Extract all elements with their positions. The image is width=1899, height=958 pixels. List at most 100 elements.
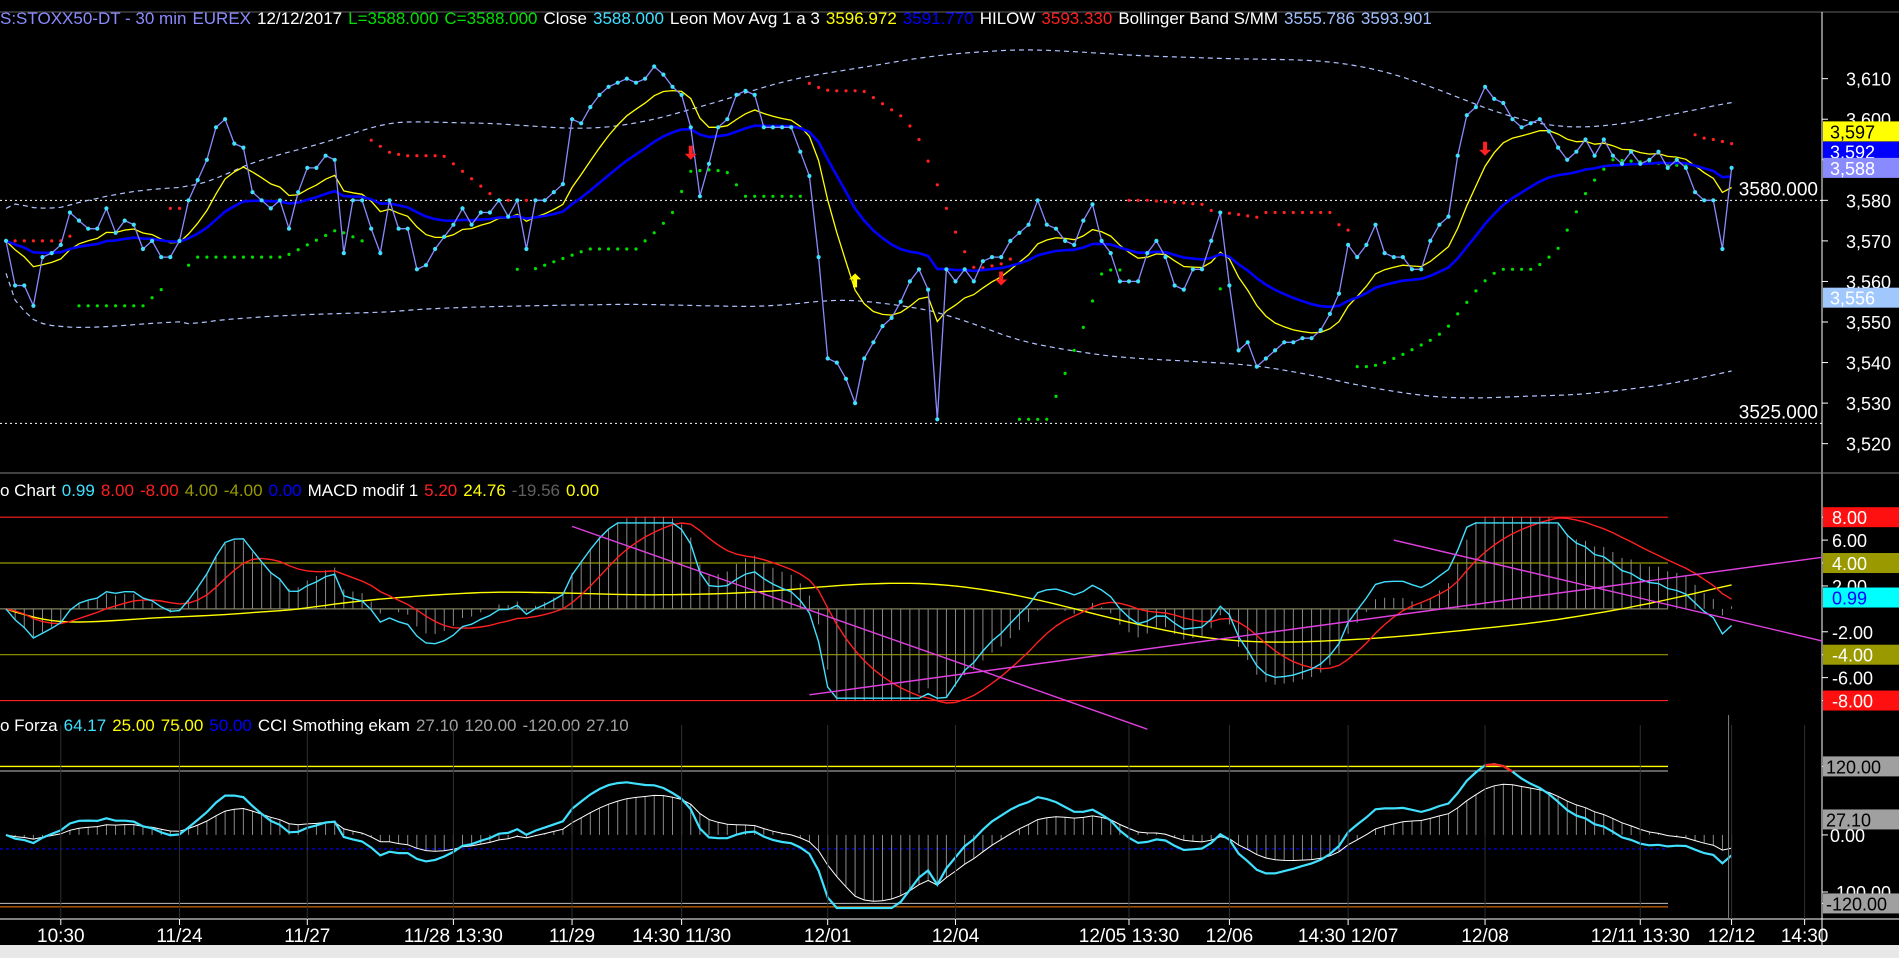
close-price-point: [1227, 283, 1232, 288]
hilow-dot: [1227, 211, 1231, 215]
close-price-point: [661, 72, 666, 77]
hilow-dot: [360, 239, 364, 243]
hilow-dot: [1583, 192, 1588, 196]
close-price-point: [1446, 214, 1451, 219]
price-ytick-label-5: 3,570: [1846, 232, 1891, 252]
close-price-point: [113, 230, 118, 235]
hilow-dot: [643, 239, 647, 243]
close-price-point: [752, 92, 757, 97]
close-price-point: [314, 165, 319, 170]
hilow-dot: [1702, 136, 1706, 140]
close-price-point: [834, 360, 839, 365]
close-price-point: [1528, 121, 1533, 126]
close-price-point: [1063, 238, 1068, 243]
hilow-dot: [50, 239, 54, 243]
hilow-dot: [241, 255, 245, 259]
close-price-point: [1428, 238, 1433, 243]
hilow-dot: [990, 264, 994, 268]
close-price-point: [688, 125, 693, 130]
close-price-point: [916, 267, 922, 272]
hilow-dot: [1501, 267, 1505, 271]
hilow-dot: [1611, 158, 1615, 162]
hilow-dot: [1063, 371, 1067, 375]
hilow-dot: [1337, 223, 1341, 227]
close-price-point: [13, 283, 18, 288]
close-price-point: [670, 84, 675, 89]
close-price-point: [1693, 190, 1698, 195]
close-price-point: [1519, 125, 1524, 130]
price-value-tag-label-3: 3,556: [1830, 289, 1875, 309]
close-price-point: [286, 226, 292, 231]
hilow-dot: [1163, 200, 1168, 204]
close-price-point: [1044, 222, 1049, 227]
hilow-dot: [114, 304, 118, 308]
hilow-dot: [150, 296, 154, 300]
hilow-dot: [1045, 417, 1049, 421]
close-price-point: [1464, 113, 1469, 118]
close-price-point: [387, 198, 392, 203]
close-price-point: [223, 117, 228, 122]
close-price-point: [524, 246, 529, 252]
price-ytick-label-9: 3,610: [1846, 70, 1891, 90]
close-price-point: [1099, 238, 1104, 243]
time-tick-label-0: 10:30: [37, 926, 85, 947]
hilow-dot: [1182, 201, 1186, 205]
hilow-dot: [196, 255, 200, 259]
close-price-point: [1145, 251, 1150, 256]
moving-average-yellow-line: [5, 89, 1732, 334]
close-price-point: [1583, 137, 1588, 142]
close-price-point: [652, 64, 657, 69]
close-price-point: [1683, 165, 1688, 170]
hilow-dot: [762, 194, 766, 198]
hilow-dot: [1237, 212, 1241, 217]
hilow-dot: [1483, 279, 1487, 283]
hilow-dot: [1273, 210, 1277, 215]
hilow-dot: [597, 247, 602, 251]
hilow-dot: [351, 235, 355, 239]
close-price-point: [31, 303, 36, 308]
close-price-point: [76, 218, 82, 223]
close-price-point: [478, 210, 483, 215]
hilow-dot: [232, 255, 236, 259]
hilow-dot: [369, 138, 373, 142]
close-price-point: [1108, 251, 1113, 256]
close-price-point: [1081, 218, 1086, 223]
hilow-dot: [807, 81, 812, 85]
hilow-dot: [479, 184, 483, 188]
close-price-point: [1364, 242, 1369, 247]
close-price-point: [49, 251, 54, 256]
close-price-point: [515, 198, 520, 203]
hilow-dot: [570, 253, 574, 257]
close-price-point: [496, 198, 502, 203]
chart-canvas[interactable]: 3,5203,5303,5403,5503,5603,5703,5803,590…: [0, 0, 1899, 958]
hilow-dot: [1081, 325, 1085, 329]
close-price-point: [1181, 287, 1186, 292]
price-level-label-1: 3525.000: [1739, 402, 1818, 423]
hilow-dot: [1264, 210, 1268, 215]
hilow-dot: [31, 239, 35, 243]
hilow-dot: [1720, 139, 1724, 144]
close-price-point: [259, 198, 264, 203]
macd-value-tag-label-0: 8.00: [1832, 508, 1867, 528]
time-tick-label-8: 12/05 13:30: [1079, 926, 1179, 947]
close-price-point: [332, 157, 337, 162]
hilow-dot: [899, 114, 903, 118]
close-price-point: [1346, 242, 1351, 247]
close-price-point: [1382, 251, 1387, 256]
close-price-point: [889, 315, 894, 320]
price-value-tag-label-0: 3,597: [1830, 122, 1875, 142]
close-price-point: [168, 255, 173, 260]
close-price-point: [195, 178, 200, 183]
close-price-point: [1473, 105, 1478, 110]
cci-gray-line: [5, 783, 1732, 902]
hilow-dot: [132, 304, 136, 308]
close-price-point: [743, 88, 748, 93]
hilow-dot: [1401, 352, 1405, 356]
hilow-dot: [1428, 338, 1432, 342]
hilow-dot: [1419, 343, 1423, 347]
close-price-point: [86, 226, 91, 231]
hilow-dot: [177, 206, 182, 210]
time-tick-label-13: 12/12: [1708, 926, 1756, 947]
time-tick-label-2: 11/27: [284, 926, 330, 947]
close-price-point: [104, 206, 109, 211]
